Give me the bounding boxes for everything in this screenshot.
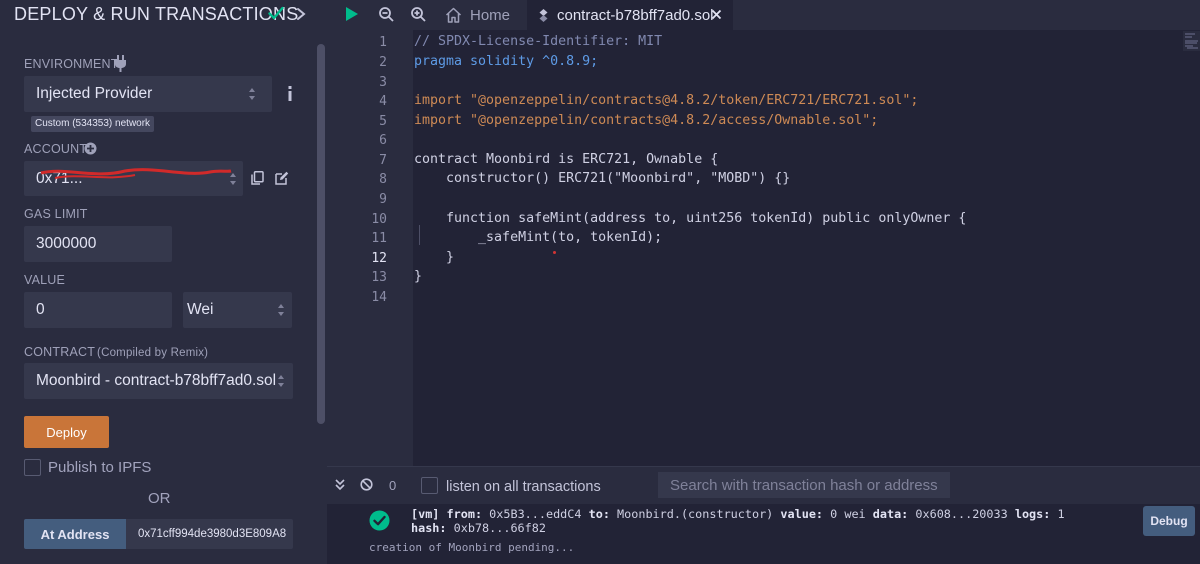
copy-icon[interactable] bbox=[251, 171, 264, 185]
line-number: 13 bbox=[371, 270, 387, 285]
code-line: } bbox=[414, 269, 423, 284]
contract-select[interactable]: Moonbird - contract-b78bff7ad0.sol bbox=[24, 363, 293, 399]
plug-icon bbox=[115, 55, 126, 72]
tx-hash-line: hash: 0xb78...66f82 bbox=[411, 521, 546, 535]
pending-tx-count: 0 bbox=[389, 478, 397, 493]
line-number: 6 bbox=[379, 133, 387, 148]
check-icon bbox=[268, 6, 284, 20]
account-label: ACCOUNT bbox=[24, 142, 88, 156]
tx-summary-line[interactable]: [vm] from: 0x5B3...eddC4 to: Moonbird.(c… bbox=[411, 507, 1065, 521]
code-line: function safeMint(address to, uint256 to… bbox=[414, 211, 967, 226]
code-line: // SPDX-License-Identifier: MIT bbox=[414, 34, 663, 49]
gas-limit-label: GAS LIMIT bbox=[24, 207, 88, 221]
add-account-icon[interactable] bbox=[84, 142, 97, 155]
chevron-right-icon[interactable] bbox=[296, 7, 306, 21]
tab-contract-file[interactable]: contract-b78bff7ad0.sol bbox=[527, 0, 733, 30]
value-unit-select[interactable]: Wei bbox=[183, 292, 292, 328]
terminal-toolbar: 0 listen on all transactions Search with… bbox=[327, 466, 1200, 504]
line-number: 4 bbox=[379, 94, 387, 109]
cursor-marker bbox=[553, 251, 556, 254]
edit-icon[interactable] bbox=[275, 171, 289, 185]
indent-guide bbox=[419, 225, 420, 245]
line-number: 8 bbox=[379, 172, 387, 187]
minimap[interactable] bbox=[1183, 31, 1200, 51]
tab-file-label: contract-b78bff7ad0.sol bbox=[557, 6, 714, 24]
panel-title: DEPLOY & RUN TRANSACTIONS bbox=[14, 4, 299, 24]
line-number: 11 bbox=[371, 231, 387, 246]
deploy-run-panel: DEPLOY & RUN TRANSACTIONS ENVIRONMENT In… bbox=[0, 0, 327, 564]
listen-all-label: listen on all transactions bbox=[446, 479, 601, 495]
line-number: 1 bbox=[379, 35, 387, 50]
home-icon bbox=[445, 7, 462, 23]
debug-button[interactable]: Debug bbox=[1143, 506, 1195, 536]
code-line: import "@openzeppelin/contracts@4.8.2/to… bbox=[414, 93, 919, 108]
line-number: 10 bbox=[371, 212, 387, 227]
environment-label: ENVIRONMENT bbox=[24, 57, 119, 71]
close-tab-icon[interactable] bbox=[711, 9, 722, 20]
code-line: pragma solidity ^0.8.9; bbox=[414, 54, 599, 69]
network-badge: Custom (534353) network bbox=[31, 116, 155, 132]
code-line: } bbox=[414, 250, 455, 265]
transaction-search-input[interactable]: Search with transaction hash or address bbox=[658, 472, 950, 498]
terminal-output: [vm] from: 0x5B3...eddC4 to: Moonbird.(c… bbox=[327, 504, 1200, 564]
info-icon[interactable] bbox=[287, 86, 293, 101]
zoom-out-icon[interactable] bbox=[379, 7, 394, 22]
line-number: 9 bbox=[379, 192, 387, 207]
select-arrows-icon bbox=[278, 304, 284, 316]
line-number: 2 bbox=[379, 55, 387, 70]
value-input[interactable]: 0 bbox=[24, 292, 172, 328]
gas-limit-input[interactable]: 3000000 bbox=[24, 226, 172, 262]
panel-scrollbar[interactable] bbox=[317, 44, 325, 424]
listen-all-checkbox[interactable] bbox=[421, 477, 438, 494]
code-editor[interactable]: 1 2 3 4 5 6 7 8 9 10 11 12 13 14 // SPDX… bbox=[327, 30, 1200, 466]
value-amount: 0 bbox=[36, 301, 45, 318]
publish-ipfs-checkbox[interactable] bbox=[24, 459, 41, 476]
select-arrows-icon bbox=[249, 88, 255, 100]
tab-home-label: Home bbox=[470, 6, 511, 24]
or-divider: OR bbox=[148, 490, 171, 507]
line-number: 5 bbox=[379, 114, 387, 129]
line-number: 3 bbox=[379, 75, 387, 90]
gas-limit-value: 3000000 bbox=[36, 235, 97, 252]
line-number-active: 12 bbox=[371, 251, 387, 266]
run-play-icon[interactable] bbox=[345, 6, 359, 22]
select-arrows-icon bbox=[230, 173, 236, 185]
redaction-scribble bbox=[40, 168, 232, 179]
publish-ipfs-label: Publish to IPFS bbox=[48, 459, 152, 476]
search-placeholder: Search with transaction hash or address bbox=[670, 476, 938, 494]
at-address-button[interactable]: At Address bbox=[24, 519, 126, 549]
at-address-input[interactable]: 0x71cff994de3980d3E809A8 bbox=[126, 519, 293, 549]
value-unit: Wei bbox=[187, 301, 214, 318]
contract-value: Moonbird - contract-b78bff7ad0.sol bbox=[36, 372, 277, 389]
line-number: 7 bbox=[379, 153, 387, 168]
environment-select[interactable]: Injected Provider bbox=[24, 76, 272, 112]
line-number-gutter: 1 2 3 4 5 6 7 8 9 10 11 12 13 14 bbox=[327, 30, 413, 466]
code-line: contract Moonbird is ERC721, Ownable { bbox=[414, 152, 719, 167]
value-label: VALUE bbox=[24, 273, 66, 287]
tab-home[interactable]: Home bbox=[445, 0, 510, 30]
success-check-icon bbox=[369, 510, 390, 531]
zoom-in-icon[interactable] bbox=[411, 7, 426, 22]
pending-message: creation of Moonbird pending... bbox=[369, 541, 575, 554]
at-address-value: 0x71cff994de3980d3E809A8 bbox=[138, 528, 287, 540]
deploy-button[interactable]: Deploy bbox=[24, 416, 109, 448]
editor-tab-bar: Home contract-b78bff7ad0.sol bbox=[327, 0, 1200, 30]
environment-value: Injected Provider bbox=[36, 85, 153, 102]
collapse-terminal-icon[interactable] bbox=[335, 479, 345, 491]
code-line: _safeMint(to, tokenId); bbox=[414, 230, 663, 245]
code-line: constructor() ERC721("Moonbird", "MOBD")… bbox=[414, 171, 791, 186]
line-number: 14 bbox=[371, 290, 387, 305]
contract-label: CONTRACT (Compiled by Remix) bbox=[24, 345, 209, 359]
solidity-file-icon bbox=[539, 9, 548, 22]
code-line: import "@openzeppelin/contracts@4.8.2/ac… bbox=[414, 113, 879, 128]
clear-console-icon[interactable] bbox=[360, 478, 373, 491]
select-arrows-icon bbox=[278, 375, 284, 387]
contract-sublabel: (Compiled by Remix) bbox=[97, 347, 209, 359]
